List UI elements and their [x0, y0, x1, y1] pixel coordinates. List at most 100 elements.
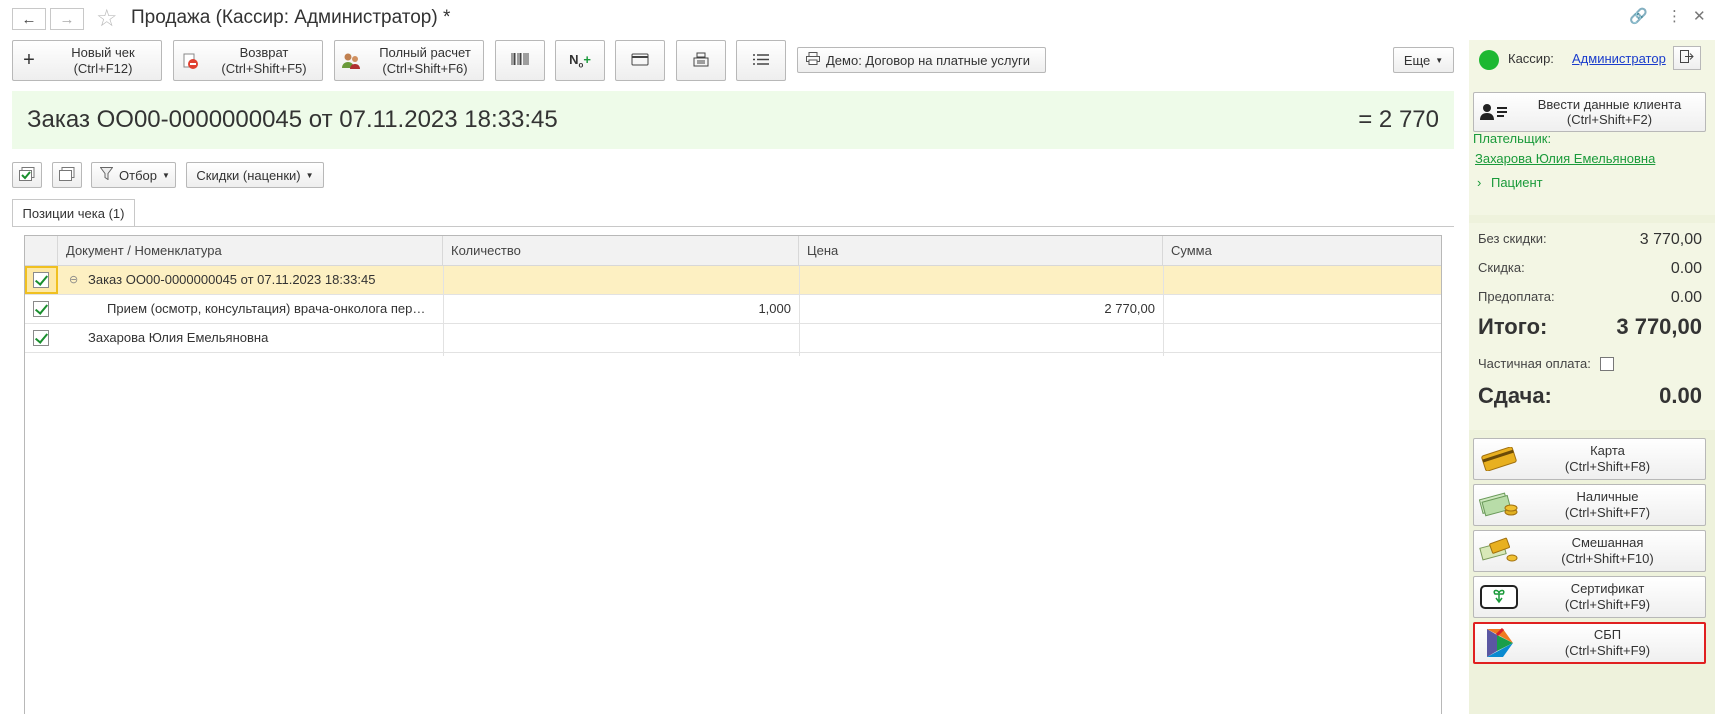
discounts-button[interactable]: Скидки (наценки) ▼ — [186, 162, 324, 188]
cash-icon — [1474, 486, 1524, 524]
column-header-price[interactable]: Цена — [799, 236, 1163, 266]
table-row[interactable]: ⊖ Заказ ОО00-0000000045 от 07.11.2023 18… — [25, 266, 1441, 295]
back-button[interactable]: ← — [12, 8, 46, 30]
cash-register-button[interactable] — [676, 40, 726, 81]
certificate-payment-button[interactable]: Сертификат (Ctrl+Shift+F9) — [1473, 576, 1706, 618]
barcode-icon — [511, 53, 529, 68]
discount-label: Скидка: — [1478, 260, 1525, 275]
tab-check-positions[interactable]: Позиции чека (1) — [12, 199, 135, 227]
discount-row: Скидка: 0.00 — [1478, 260, 1702, 277]
caret-down-icon: ▼ — [305, 170, 314, 180]
partial-payment-checkbox[interactable] — [1600, 357, 1614, 371]
change-label: Сдача: — [1478, 383, 1552, 408]
column-checkbox-header — [25, 236, 58, 266]
total-value: 3 770,00 — [1616, 314, 1702, 339]
filter-button[interactable]: Отбор ▼ — [91, 162, 176, 188]
order-title: Заказ ОО00-0000000045 от 07.11.2023 18:3… — [27, 106, 558, 133]
sbp-logo-icon — [1475, 624, 1525, 662]
enter-client-button[interactable]: Ввести данные клиента (Ctrl+Shift+F2) — [1473, 92, 1706, 132]
uncheck-all-button[interactable] — [52, 162, 82, 188]
gift-certificate-icon — [1474, 578, 1524, 616]
more-button[interactable]: Еще ▼ — [1393, 47, 1454, 73]
table-row[interactable]: Захарова Юлия Емельяновна — [25, 324, 1441, 353]
full-payment-button[interactable]: Полный расчет (Ctrl+Shift+F6) — [334, 40, 484, 81]
payer-label: Плательщик: — [1473, 131, 1552, 146]
card-payment-label: Карта (Ctrl+Shift+F8) — [1564, 443, 1651, 474]
column-divider — [1163, 266, 1164, 356]
favorite-star-icon[interactable]: ☆ — [96, 4, 118, 33]
row-checkbox[interactable] — [33, 301, 49, 317]
more-vertical-icon[interactable]: ⋮ — [1667, 7, 1682, 25]
forward-button[interactable]: → — [50, 8, 84, 30]
print-contract-button[interactable]: Демо: Договор на платные услуги — [797, 47, 1046, 73]
number-plus-icon: No+ — [569, 51, 591, 70]
users-icon — [335, 52, 367, 70]
payer-name-link[interactable]: Захарова Юлия Емельяновна — [1475, 151, 1655, 166]
check-positions-table: Документ / Номенклатура Количество Цена … — [24, 235, 1442, 714]
row-document: Прием (осмотр, консультация) врача-онкол… — [107, 301, 426, 316]
filter-label: Отбор — [119, 167, 157, 183]
list-icon — [753, 53, 769, 69]
partial-payment-label: Частичная оплата: — [1478, 356, 1591, 371]
return-button[interactable]: Возврат (Ctrl+Shift+F5) — [173, 40, 323, 81]
new-check-button[interactable]: + Новый чек (Ctrl+F12) — [12, 40, 162, 81]
add-number-button[interactable]: No+ — [555, 40, 605, 81]
link-icon[interactable]: 🔗 — [1629, 7, 1648, 25]
discounts-label: Скидки (наценки) — [196, 167, 301, 183]
mixed-payment-button[interactable]: Смешанная (Ctrl+Shift+F10) — [1473, 530, 1706, 572]
sbp-payment-button[interactable]: СБП (Ctrl+Shift+F9) — [1473, 622, 1706, 664]
table-row[interactable]: Прием (осмотр, консультация) врача-онкол… — [25, 295, 1441, 324]
row-checkbox-cell — [25, 266, 58, 294]
column-header-document[interactable]: Документ / Номенклатура — [58, 236, 443, 266]
table-header: Документ / Номенклатура Количество Цена … — [25, 236, 1441, 266]
total-label: Итого: — [1478, 314, 1548, 339]
order-total: = 2 770 — [1358, 106, 1439, 133]
sbp-payment-label: СБП (Ctrl+Shift+F9) — [1564, 627, 1651, 658]
filter-icon — [92, 167, 119, 183]
close-icon[interactable]: ✕ — [1693, 7, 1706, 25]
column-divider — [799, 266, 800, 356]
no-discount-row: Без скидки: 3 770,00 — [1478, 231, 1702, 248]
patient-toggle[interactable]: › Пациент — [1477, 175, 1543, 190]
arrow-left-icon: ← — [21, 10, 37, 28]
row-sum — [1163, 295, 1433, 323]
no-discount-value: 3 770,00 — [1639, 231, 1702, 248]
patient-label: Пациент — [1490, 175, 1543, 190]
tab-label: Позиции чека (1) — [22, 206, 125, 221]
collapse-icon[interactable]: ⊖ — [69, 266, 78, 294]
more-label: Еще — [1403, 52, 1431, 68]
user-card-icon — [1474, 103, 1514, 121]
logout-button[interactable] — [1673, 46, 1701, 70]
barcode-button[interactable] — [495, 40, 545, 81]
column-header-quantity[interactable]: Количество — [443, 236, 799, 266]
caret-down-icon: ▼ — [161, 170, 170, 180]
cashier-name-link[interactable]: Администратор — [1572, 51, 1666, 66]
total-row: Итого: 3 770,00 — [1478, 314, 1702, 340]
row-checkbox[interactable] — [33, 330, 49, 346]
check-all-button[interactable] — [12, 162, 42, 188]
row-document: Захарова Юлия Емельяновна — [88, 330, 269, 345]
row-document: Заказ ОО00-0000000045 от 07.11.2023 18:3… — [88, 272, 376, 287]
row-checkbox[interactable] — [33, 272, 49, 288]
arrow-right-icon: → — [59, 10, 75, 28]
check-all-icon — [19, 166, 35, 184]
window-title: Продажа (Кассир: Администратор) * — [131, 7, 451, 28]
card-payment-button[interactable]: Карта (Ctrl+Shift+F8) — [1473, 438, 1706, 480]
list-button[interactable] — [736, 40, 786, 81]
column-header-sum[interactable]: Сумма — [1163, 236, 1441, 266]
mixed-payment-icon — [1474, 532, 1524, 570]
row-quantity: 1,000 — [758, 301, 791, 316]
mixed-payment-label: Смешанная (Ctrl+Shift+F10) — [1561, 535, 1654, 566]
card-button[interactable] — [615, 40, 665, 81]
cashier-label: Кассир: — [1508, 51, 1554, 66]
change-row: Сдача: 0.00 — [1478, 383, 1702, 409]
partial-payment-row: Частичная оплата: — [1478, 356, 1702, 371]
credit-card-icon — [1474, 440, 1524, 478]
chevron-right-icon: › — [1477, 175, 1482, 190]
online-status-icon — [1479, 50, 1499, 70]
prepay-row: Предоплата: 0.00 — [1478, 289, 1702, 306]
credit-card-icon — [631, 53, 649, 69]
order-banner: Заказ ОО00-0000000045 от 07.11.2023 18:3… — [12, 91, 1454, 149]
certificate-payment-label: Сертификат (Ctrl+Shift+F9) — [1564, 581, 1651, 612]
cash-payment-button[interactable]: Наличные (Ctrl+Shift+F7) — [1473, 484, 1706, 526]
